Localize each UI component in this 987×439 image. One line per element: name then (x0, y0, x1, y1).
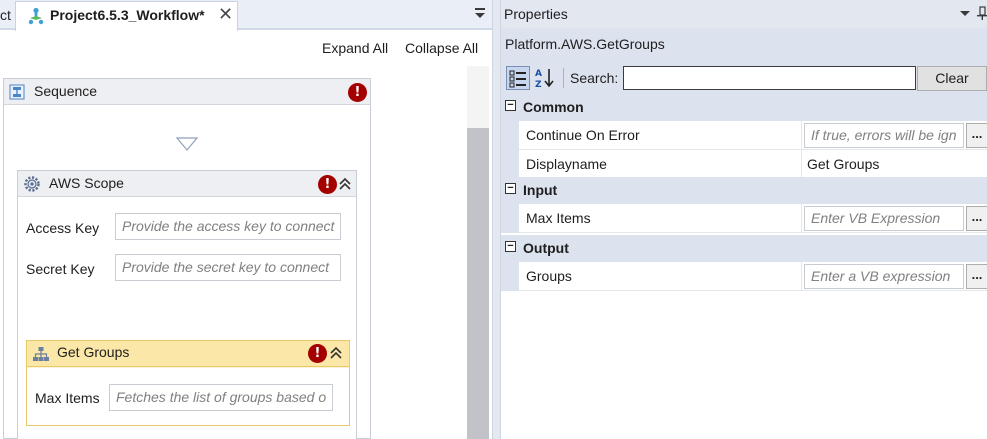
property-value-cell: Enter a VB expression ... (802, 262, 987, 291)
drop-target-arrow-icon[interactable] (176, 137, 198, 151)
scrollbar-thumb[interactable] (467, 128, 489, 439)
tab-project-workflow[interactable]: Project6.5.3_Workflow* ✕ (15, 1, 238, 31)
search-label: Search: (570, 70, 619, 86)
access-key-input[interactable]: Provide the access key to connect (115, 213, 341, 240)
property-value-cell[interactable]: Get Groups (802, 150, 987, 179)
properties-titlebar: Properties (501, 0, 987, 28)
expand-all-link[interactable]: Expand All (322, 40, 388, 56)
category-common[interactable]: − Common (501, 94, 987, 121)
double-chevron-up-icon[interactable] (328, 344, 344, 362)
svg-text:A: A (535, 69, 542, 79)
property-row-groups[interactable]: Groups Enter a VB expression ... (501, 262, 987, 291)
property-value-cell: If true, errors will be ign ... (802, 121, 987, 150)
get-groups-body: Max Items Fetches the list of groups bas… (27, 368, 349, 425)
search-input[interactable] (623, 66, 916, 90)
continue-on-error-input[interactable]: If true, errors will be ign (804, 123, 964, 148)
close-icon[interactable]: ✕ (218, 4, 233, 25)
category-input[interactable]: − Input (501, 177, 987, 204)
error-icon[interactable]: ! (308, 344, 327, 363)
row-gutter (501, 204, 519, 233)
categorized-view-button[interactable] (506, 66, 530, 90)
aws-scope-activity[interactable]: AWS Scope ! Access Key Provide the acces… (17, 170, 357, 439)
workflow-icon (28, 7, 44, 25)
properties-title: Properties (504, 6, 568, 22)
expression-editor-button[interactable]: ... (966, 123, 987, 148)
selected-object-bar: Platform.AWS.GetGroups (501, 28, 987, 62)
properties-pane: Properties Platform.AWS.GetGroups A Z Se… (501, 0, 987, 439)
svg-text:Z: Z (535, 80, 542, 90)
property-name-cell: Displayname (519, 150, 802, 179)
sequence-activity[interactable]: Sequence ! AWS Scope ! Access Key Provid… (3, 78, 371, 439)
tab-list-dropdown-icon[interactable] (473, 5, 487, 21)
workflow-designer-pane: ct Project6.5.3_Workflow* ✕ Expand All C… (0, 0, 492, 439)
max-items-expression-input[interactable]: Enter VB Expression (804, 206, 964, 231)
property-name: Displayname (526, 156, 607, 172)
get-groups-activity[interactable]: Get Groups ! Max Items Fetches the list … (26, 340, 350, 426)
pane-menu-dropdown-icon[interactable] (959, 6, 971, 20)
max-items-input[interactable]: Fetches the list of groups based o (109, 384, 333, 411)
property-name: Groups (526, 268, 572, 284)
collapse-toggle-icon[interactable]: − (505, 100, 516, 111)
expression-editor-button[interactable]: ... (966, 264, 987, 289)
sequence-icon (9, 84, 25, 100)
category-output[interactable]: − Output (501, 235, 987, 262)
displayname-value[interactable]: Get Groups (807, 156, 879, 172)
clear-button[interactable]: Clear (917, 66, 987, 91)
property-name-cell: Continue On Error (519, 121, 802, 150)
collapse-toggle-icon[interactable]: − (505, 183, 516, 194)
properties-toolbar: A Z Search: Clear (501, 62, 987, 94)
property-value-cell: Enter VB Expression ... (802, 204, 987, 233)
aws-scope-header[interactable]: AWS Scope ! (18, 171, 356, 197)
gear-icon (24, 176, 40, 192)
property-row-max-items[interactable]: Max Items Enter VB Expression ... (501, 204, 987, 233)
tab-previous-stub[interactable]: ct (0, 3, 15, 30)
sort-alphabetical-icon[interactable]: A Z (533, 66, 557, 90)
aws-scope-title: AWS Scope (49, 175, 124, 191)
sequence-title: Sequence (34, 83, 98, 99)
get-groups-title: Get Groups (57, 344, 130, 360)
category-label: Common (523, 99, 584, 115)
property-name: Max Items (526, 210, 591, 226)
row-gutter (501, 262, 519, 291)
collapse-all-link[interactable]: Collapse All (405, 40, 478, 56)
property-grid: − Common Continue On Error If true, erro… (501, 94, 987, 294)
property-row-continue-on-error[interactable]: Continue On Error If true, errors will b… (501, 121, 987, 150)
row-gutter (501, 121, 519, 150)
tab-title: Project6.5.3_Workflow* (50, 7, 205, 23)
categorized-view-icon (509, 70, 526, 88)
error-icon[interactable]: ! (318, 175, 337, 194)
expression-editor-button[interactable]: ... (966, 206, 987, 231)
pin-icon[interactable] (975, 6, 987, 20)
category-label: Input (523, 182, 558, 198)
max-items-label: Max Items (35, 390, 100, 406)
access-key-label: Access Key (26, 220, 100, 236)
pane-splitter[interactable] (492, 0, 501, 439)
secret-key-input[interactable]: Provide the secret key to connect (115, 254, 341, 281)
double-chevron-up-icon[interactable] (337, 175, 353, 193)
category-label: Output (523, 240, 569, 256)
property-name-cell: Max Items (519, 204, 802, 233)
document-tab-strip: ct Project6.5.3_Workflow* ✕ (0, 0, 492, 31)
property-name: Continue On Error (526, 127, 640, 143)
secret-key-label: Secret Key (26, 261, 95, 277)
hierarchy-icon (33, 347, 49, 361)
sequence-header[interactable]: Sequence ! (4, 79, 370, 105)
groups-expression-input[interactable]: Enter a VB expression (804, 264, 964, 289)
property-name-cell: Groups (519, 262, 802, 291)
selected-object-type: Platform.AWS.GetGroups (505, 36, 665, 52)
collapse-toggle-icon[interactable]: − (505, 241, 516, 252)
row-gutter (501, 150, 519, 179)
toolbar-separator (563, 68, 564, 88)
get-groups-header[interactable]: Get Groups ! (27, 341, 349, 367)
error-icon[interactable]: ! (348, 83, 367, 102)
property-row-displayname[interactable]: Displayname Get Groups (501, 150, 987, 179)
